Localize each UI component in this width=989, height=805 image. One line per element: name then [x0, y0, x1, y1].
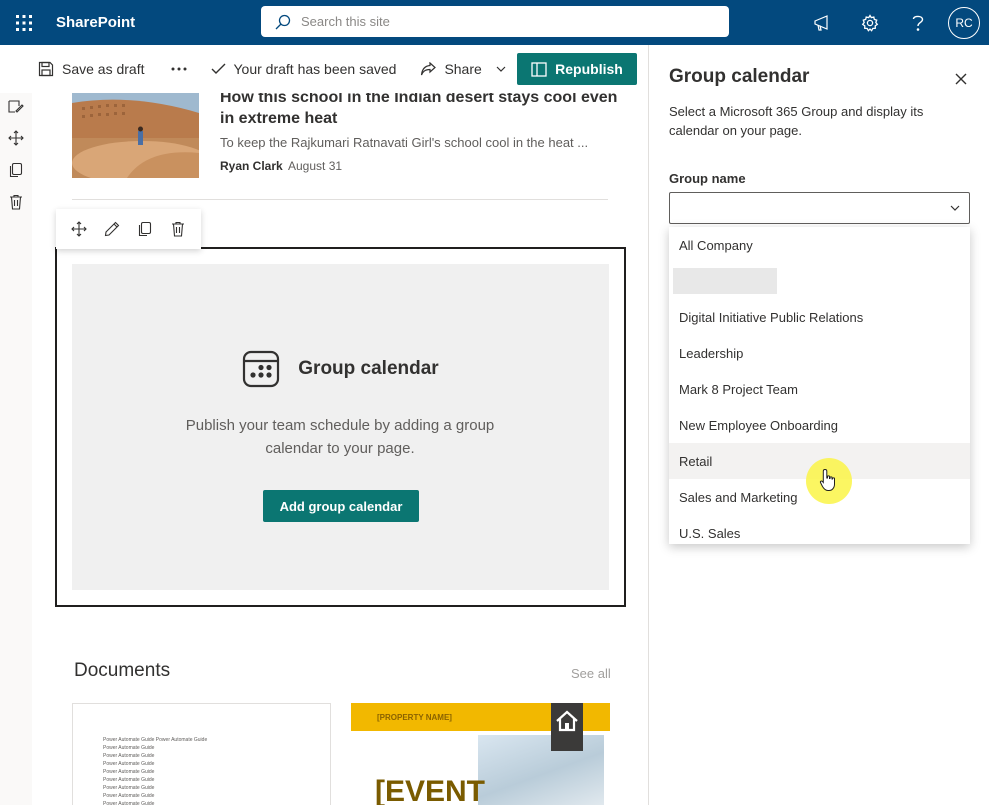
house-icon	[551, 703, 583, 751]
more-options-button[interactable]	[171, 45, 187, 93]
group-name-label: Group name	[669, 171, 746, 186]
news-thumbnail[interactable]	[72, 93, 199, 178]
document-preview-line: Power Automate Guide	[103, 801, 155, 805]
option-all-company[interactable]: All Company	[669, 227, 970, 263]
option-leadership[interactable]: Leadership	[669, 335, 970, 371]
section-toolbar	[0, 90, 32, 218]
search-input[interactable]	[301, 14, 701, 29]
search-icon	[275, 14, 291, 29]
share-button[interactable]: Share	[420, 45, 506, 93]
event-text: [EVENT	[375, 775, 486, 805]
group-name-dropdown[interactable]	[669, 192, 970, 224]
edit-section-icon	[8, 100, 24, 113]
save-draft-button[interactable]: Save as draft	[38, 45, 145, 93]
close-pane-button[interactable]	[949, 67, 973, 91]
see-all-link[interactable]: See all	[571, 666, 611, 681]
copy-icon	[9, 162, 23, 178]
document-preview-line: Power Automate Guide	[103, 769, 155, 775]
page-icon	[531, 61, 547, 77]
app-launcher-icon[interactable]	[0, 0, 48, 45]
chevron-down-icon	[950, 205, 960, 211]
document-preview-line: Power Automate Guide	[103, 745, 155, 751]
document-card[interactable]: [PROPERTY NAME] [EVENT	[351, 703, 610, 805]
news-description: To keep the Rajkumari Ratnavati Girl's s…	[220, 135, 589, 150]
republish-button[interactable]: Republish	[517, 53, 637, 85]
pane-description: Select a Microsoft 365 Group and display…	[669, 104, 924, 138]
gear-icon[interactable]	[846, 0, 894, 45]
avatar[interactable]: RC	[948, 6, 980, 39]
redacted-block	[673, 268, 777, 294]
copy-icon	[139, 221, 152, 237]
group-calendar-webpart[interactable]: Group calendar Publish your team schedul…	[55, 247, 626, 607]
document-preview-line: Power Automate Guide	[103, 785, 155, 791]
hand-pointer-icon	[819, 468, 835, 491]
property-pane: Group calendar Select a Microsoft 365 Gr…	[648, 45, 989, 805]
save-draft-label: Save as draft	[62, 61, 145, 77]
share-label: Share	[444, 61, 482, 77]
more-icon	[171, 67, 186, 71]
move-icon	[70, 221, 87, 237]
building-image	[478, 735, 604, 805]
document-preview-line: Power Automate Guide Power Automate Guid…	[103, 737, 208, 743]
news-date: August 31	[288, 159, 343, 173]
command-bar: Save as draft Your draft has been saved …	[0, 45, 648, 93]
webpart-description: Publish your team schedule by adding a g…	[185, 417, 495, 457]
option-redacted[interactable]	[669, 263, 970, 299]
delete-webpart-button[interactable]	[163, 214, 193, 244]
trash-icon	[10, 194, 22, 210]
move-webpart-button[interactable]	[64, 214, 94, 244]
delete-section-button[interactable]	[0, 186, 32, 218]
news-item[interactable]: How this school in the Indian desert sta…	[72, 93, 617, 193]
document-preview: Power Automate Guide Power Automate Guid…	[73, 704, 330, 805]
chevron-down-icon	[496, 66, 506, 72]
megaphone-icon[interactable]	[798, 0, 846, 45]
move-icon	[8, 130, 24, 146]
document-preview-line: Power Automate Guide	[103, 753, 155, 759]
share-icon	[421, 61, 437, 75]
divider	[72, 199, 608, 200]
pencil-icon	[104, 221, 120, 237]
news-title[interactable]: How this school in the Indian desert sta…	[220, 93, 620, 129]
close-icon	[955, 73, 967, 85]
document-card[interactable]: Power Automate Guide Power Automate Guid…	[72, 703, 331, 805]
suite-bar: SharePoint RC	[0, 0, 989, 45]
draft-status: Your draft has been saved	[211, 45, 397, 93]
document-preview-line: Power Automate Guide	[103, 777, 155, 783]
documents-title: Documents	[74, 660, 171, 681]
option-new-employee-onboarding[interactable]: New Employee Onboarding	[669, 407, 970, 443]
help-icon[interactable]	[894, 0, 942, 45]
save-icon	[38, 61, 54, 77]
edit-section-button[interactable]	[0, 90, 32, 122]
edit-webpart-button[interactable]	[97, 214, 127, 244]
duplicate-section-button[interactable]	[0, 154, 32, 186]
option-mark-8[interactable]: Mark 8 Project Team	[669, 371, 970, 407]
page-canvas: How this school in the Indian desert sta…	[32, 93, 648, 805]
republish-label: Republish	[555, 61, 623, 77]
duplicate-webpart-button[interactable]	[130, 214, 160, 244]
cursor-highlight	[806, 458, 852, 504]
document-preview-line: Power Automate Guide	[103, 761, 155, 767]
add-group-calendar-button[interactable]: Add group calendar	[263, 490, 419, 522]
search-box[interactable]	[261, 6, 729, 37]
property-name-text: [PROPERTY NAME]	[377, 713, 452, 722]
app-name[interactable]: SharePoint	[56, 14, 135, 31]
checkmark-icon	[211, 63, 225, 74]
document-preview-line: Power Automate Guide	[103, 793, 155, 799]
trash-icon	[172, 221, 185, 237]
news-author: Ryan Clark	[220, 159, 283, 173]
option-digital-initiative[interactable]: Digital Initiative Public Relations	[669, 299, 970, 335]
pane-title: Group calendar	[669, 66, 810, 87]
move-section-button[interactable]	[0, 122, 32, 154]
calendar-icon	[243, 350, 280, 388]
webpart-toolbar	[56, 209, 201, 249]
webpart-title: Group calendar	[298, 358, 439, 379]
option-us-sales[interactable]: U.S. Sales	[669, 515, 970, 544]
draft-status-label: Your draft has been saved	[233, 61, 397, 77]
webpart-placeholder: Group calendar Publish your team schedul…	[72, 264, 609, 590]
